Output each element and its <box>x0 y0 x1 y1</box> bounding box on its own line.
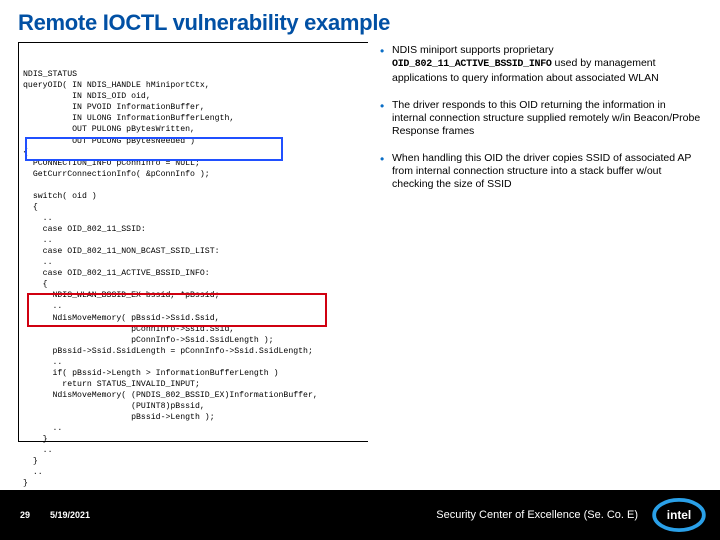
code-text: NDIS_STATUS queryOID( IN NDIS_HANDLE hMi… <box>23 69 364 489</box>
svg-text:intel: intel <box>667 508 691 522</box>
bullet-1: NDIS miniport supports proprietary OID_8… <box>380 44 702 85</box>
slide-title: Remote IOCTL vulnerability example <box>18 10 702 36</box>
notes-column: NDIS miniport supports proprietary OID_8… <box>380 42 702 442</box>
content-row: NDIS_STATUS queryOID( IN NDIS_HANDLE hMi… <box>18 42 702 442</box>
slide: Remote IOCTL vulnerability example NDIS_… <box>0 0 720 540</box>
code-block: NDIS_STATUS queryOID( IN NDIS_HANDLE hMi… <box>18 42 368 442</box>
bullet-3: When handling this OID the driver copies… <box>380 152 702 191</box>
footer-center-text: Security Center of Excellence (Se. Co. E… <box>170 509 652 521</box>
bullet-1-oid: OID_802_11_ACTIVE_BSSID_INFO <box>392 59 552 70</box>
bullet-1-pre: NDIS miniport supports proprietary <box>392 44 554 56</box>
footer-date: 5/19/2021 <box>50 510 170 520</box>
footer-bar: 29 5/19/2021 Security Center of Excellen… <box>0 490 720 540</box>
bullet-2: The driver responds to this OID returnin… <box>380 99 702 138</box>
intel-logo-icon: intel <box>652 497 706 533</box>
page-number: 29 <box>0 510 50 520</box>
